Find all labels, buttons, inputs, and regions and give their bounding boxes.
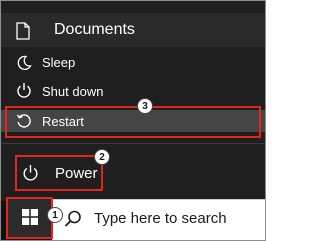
- step-badge-1: 1: [47, 207, 63, 223]
- menu-divider: [1, 143, 265, 144]
- step-badge-2: 2: [94, 149, 110, 165]
- start-button[interactable]: [8, 199, 52, 239]
- moon-icon: [15, 53, 33, 73]
- start-menu-documents[interactable]: Documents: [1, 13, 265, 47]
- windows-logo-icon: [22, 208, 38, 230]
- step-badge-3: 3: [137, 98, 153, 114]
- power-icon: [21, 163, 39, 183]
- power-icon: [15, 80, 33, 100]
- restart-option[interactable]: Restart: [1, 110, 265, 132]
- documents-label: Documents: [54, 21, 135, 38]
- document-icon: [14, 21, 32, 41]
- restart-icon: [15, 112, 33, 130]
- taskbar-search-box[interactable]: Type here to search: [52, 199, 265, 240]
- sleep-label: Sleep: [42, 55, 76, 70]
- power-button[interactable]: Power: [1, 159, 265, 187]
- restart-label: Restart: [42, 114, 84, 129]
- screenshot-frame: Documents Sleep Shut down Restart Power …: [0, 0, 266, 241]
- search-icon: [63, 209, 83, 229]
- search-placeholder: Type here to search: [94, 210, 227, 227]
- shut-down-option[interactable]: Shut down: [1, 78, 265, 102]
- power-label: Power: [55, 165, 98, 182]
- shut-down-label: Shut down: [42, 84, 104, 99]
- sleep-option[interactable]: Sleep: [1, 51, 265, 75]
